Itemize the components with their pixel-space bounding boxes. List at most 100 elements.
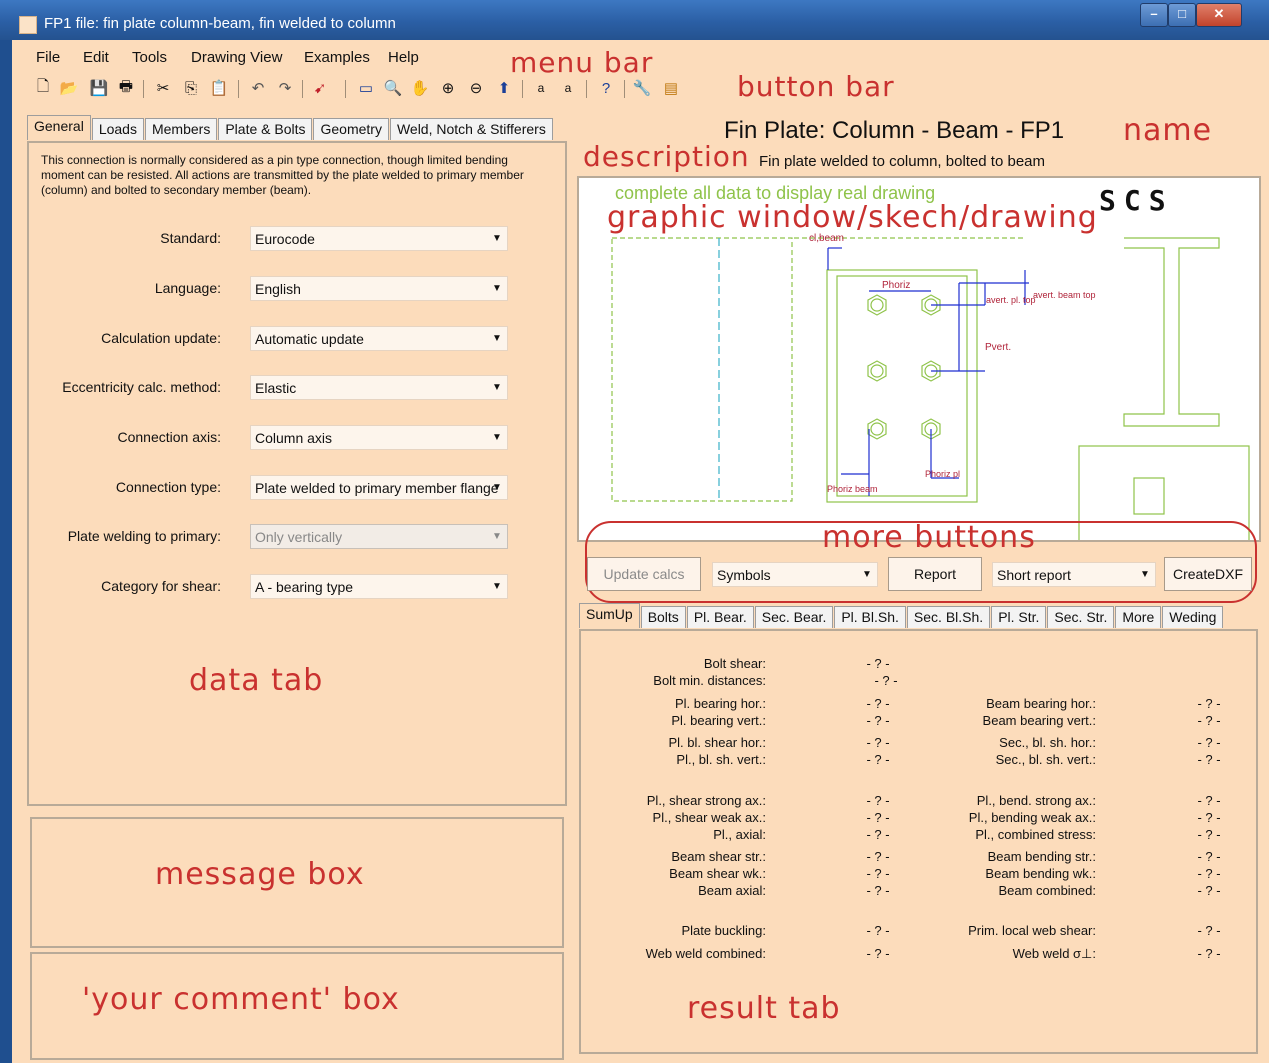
report-type-select[interactable]: Short report ▼ (992, 562, 1156, 587)
copy-icon[interactable]: ⎘ (181, 78, 201, 98)
zoom-icon[interactable]: 🔍 (383, 78, 403, 98)
left-inner-edge (12, 40, 20, 1063)
toolbar-separator (522, 80, 523, 98)
open-icon[interactable]: 📂 (59, 78, 79, 98)
tab-sec-bl-sh[interactable]: Sec. Bl.Sh. (906, 606, 991, 628)
result-label: Beam bending str.: (987, 849, 1096, 864)
result-label: Beam combined: (998, 883, 1096, 898)
result-value: - ? - (866, 866, 890, 881)
result-value: - ? - (866, 713, 890, 728)
fin-plate-inner (836, 275, 968, 497)
annotation-graphic-window: graphic window/skech/drawing (607, 200, 1098, 235)
tab-sec-str[interactable]: Sec. Str. (1047, 606, 1115, 628)
tab-pl-bl-sh[interactable]: Pl. Bl.Sh. (834, 606, 906, 628)
result-label: Beam axial: (698, 883, 766, 898)
result-label: Pl. bearing vert.: (671, 713, 766, 728)
tool-icon[interactable]: 🔧 (632, 78, 652, 98)
save-icon[interactable]: 💾 (89, 78, 109, 98)
connection-description: This connection is normally considered a… (41, 153, 524, 197)
tab-weld-notch-stiffeners[interactable]: Weld, Notch & Stifferers (389, 118, 553, 140)
update-calcs-button[interactable]: Update calcs (587, 557, 701, 591)
symbols-select[interactable]: Symbols ▼ (712, 562, 878, 587)
symbols-value: Symbols (717, 567, 771, 583)
close-button[interactable]: ✕ (1196, 3, 1242, 27)
minimize-button[interactable]: – (1140, 3, 1168, 27)
cut-icon[interactable]: ✂ (153, 78, 173, 98)
redo-icon[interactable]: ↷ (275, 78, 295, 98)
language-value: English (255, 281, 301, 297)
calculation-update-select[interactable]: Automatic update ▼ (250, 326, 508, 351)
menu-help[interactable]: Help (388, 49, 419, 66)
tab-welding[interactable]: Weding (1162, 606, 1224, 628)
paste-icon[interactable]: 📋 (209, 78, 229, 98)
result-label: Prim. local web shear: (968, 923, 1096, 938)
print-icon[interactable]: 🖶 (116, 78, 136, 98)
new-icon[interactable]: 🗋 (33, 78, 53, 98)
annotation-result-tab: result tab (687, 991, 841, 1026)
tab-pl-bear[interactable]: Pl. Bear. (686, 606, 754, 628)
category-shear-select[interactable]: A - bearing type ▼ (250, 574, 508, 599)
connection-axis-select[interactable]: Column axis ▼ (250, 425, 508, 450)
result-label: Beam shear str.: (671, 849, 766, 864)
text-a-icon[interactable]: a (531, 78, 551, 98)
frame-icon[interactable]: ▭ (356, 78, 376, 98)
tab-geometry[interactable]: Geometry (313, 118, 389, 140)
result-value: - ? - (866, 946, 890, 961)
eccentricity-label: Eccentricity calc. method: (62, 379, 221, 395)
fit-icon[interactable]: ⬆ (494, 78, 514, 98)
result-value: - ? - (1197, 713, 1221, 728)
menu-examples[interactable]: Examples (304, 49, 370, 66)
result-label: Pl. bearing hor.: (674, 696, 766, 711)
toolbar-separator (143, 80, 144, 98)
tab-general[interactable]: General (27, 115, 91, 140)
create-dxf-button[interactable]: CreateDXF (1164, 557, 1252, 591)
language-select[interactable]: English ▼ (250, 276, 508, 301)
graphic-window[interactable]: cl,beam Phoriz avert. pl. top avert. bea… (577, 176, 1261, 542)
result-value: - ? - (1197, 752, 1221, 767)
zoom-out-icon[interactable]: ⊖ (466, 78, 486, 98)
connection-type-value: Plate welded to primary member flange (255, 480, 499, 496)
text-b-icon[interactable]: a (558, 78, 578, 98)
report-type-value: Short report (997, 567, 1071, 583)
connection-axis-label: Connection axis: (117, 429, 221, 445)
menu-edit[interactable]: Edit (83, 49, 109, 66)
result-value: - ? - (1197, 793, 1221, 808)
tab-plate-bolts[interactable]: Plate & Bolts (218, 118, 313, 140)
tab-pl-str[interactable]: Pl. Str. (991, 606, 1047, 628)
export-icon[interactable]: ▤ (661, 78, 681, 98)
tab-more[interactable]: More (1115, 606, 1162, 628)
connection-type-select[interactable]: Plate welded to primary member flange ▼ (250, 475, 508, 500)
pointer-icon[interactable]: ➹ (310, 78, 330, 98)
help-icon[interactable]: ? (596, 78, 616, 98)
report-button[interactable]: Report (888, 557, 982, 591)
toolbar-separator (586, 80, 587, 98)
menu-file[interactable]: File (36, 49, 60, 66)
message-box[interactable]: message box (30, 817, 564, 948)
menu-drawing-view[interactable]: Drawing View (191, 49, 282, 66)
comment-box[interactable]: 'your comment' box (30, 952, 564, 1060)
standard-select[interactable]: Eurocode ▼ (250, 226, 508, 251)
chevron-down-icon: ▼ (492, 482, 502, 493)
undo-icon[interactable]: ↶ (248, 78, 268, 98)
connection-name: Fin Plate: Column - Beam - FP1 (724, 117, 1065, 144)
toolbar-separator (624, 80, 625, 98)
tab-members[interactable]: Members (144, 118, 218, 140)
result-label: Bolt shear: (703, 656, 766, 671)
maximize-button[interactable]: □ (1168, 3, 1196, 27)
result-value: - ? - (1197, 735, 1221, 750)
result-value: - ? - (866, 883, 890, 898)
annotation-more-buttons: more buttons (822, 520, 1036, 555)
tab-bolts[interactable]: Bolts (640, 606, 686, 628)
standard-value: Eurocode (255, 231, 315, 247)
result-value: - ? - (1197, 849, 1221, 864)
tab-loads[interactable]: Loads (91, 118, 144, 140)
tab-sumup[interactable]: SumUp (579, 603, 640, 628)
eccentricity-select[interactable]: Elastic ▼ (250, 375, 508, 400)
result-value: - ? - (866, 735, 890, 750)
hand-icon[interactable]: ✋ (410, 78, 430, 98)
result-tab-strip: SumUp Bolts Pl. Bear. Sec. Bear. Pl. Bl.… (579, 603, 1224, 628)
menu-tools[interactable]: Tools (132, 49, 167, 66)
result-label: Pl., axial: (713, 827, 766, 842)
zoom-in-icon[interactable]: ⊕ (438, 78, 458, 98)
tab-sec-bear[interactable]: Sec. Bear. (754, 606, 834, 628)
